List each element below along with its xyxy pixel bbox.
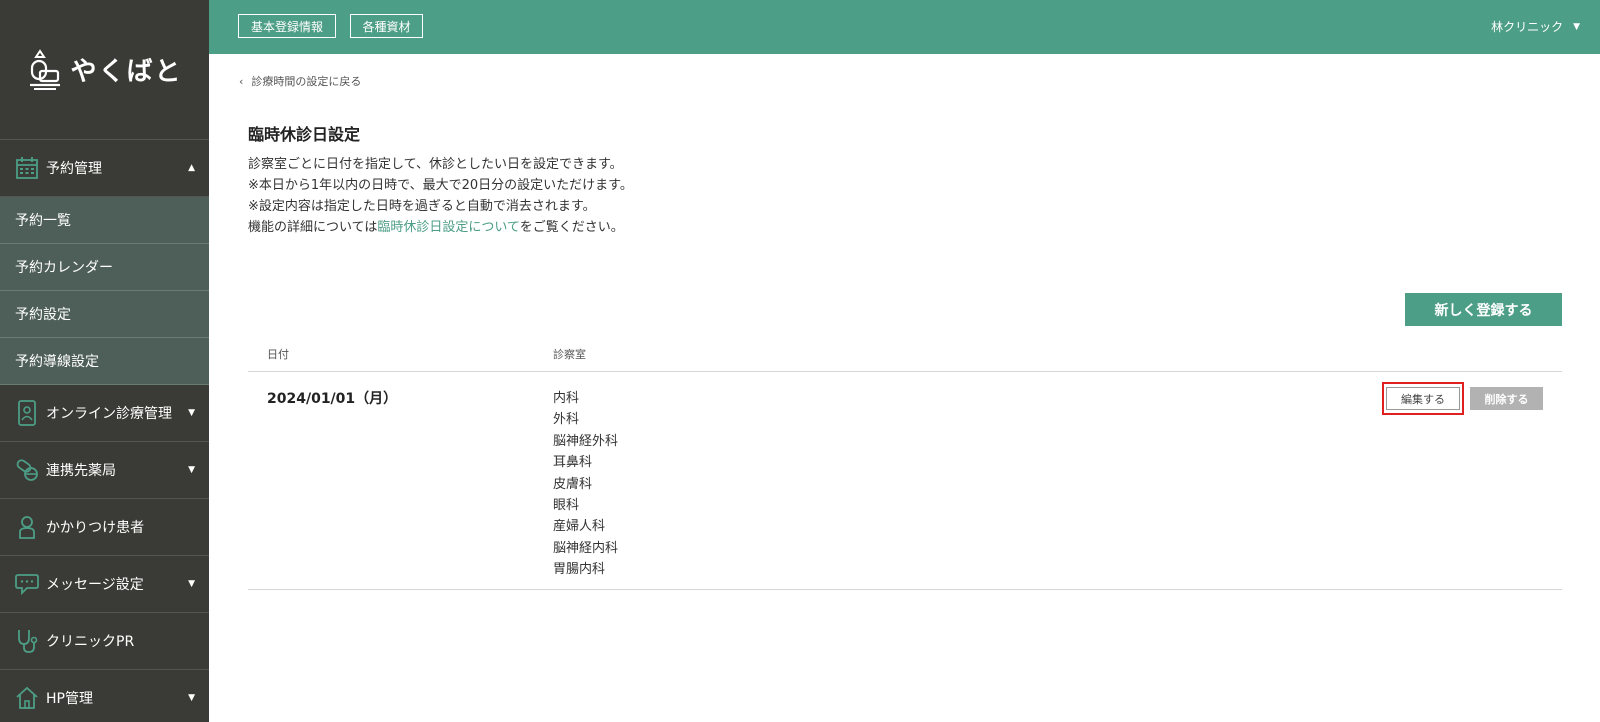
home-icon (14, 685, 40, 711)
description-line: 機能の詳細については臨時休診日設定についてをご覧ください。 (248, 217, 633, 238)
room-item: 眼科 (553, 498, 580, 514)
table-header: 日付 診察室 (248, 342, 1562, 372)
clinic-name: 林クリニック (1491, 20, 1564, 34)
sidebar-item-reservation-calendar[interactable]: 予約カレンダー (0, 244, 209, 291)
description-text: 機能の詳細については (248, 220, 378, 235)
description-text: をご覧ください。 (519, 220, 624, 235)
caret-up-icon: ▲ (188, 163, 195, 173)
nav-group-label: オンライン診療管理 (46, 406, 172, 422)
room-item: 脳神経内科 (553, 540, 619, 556)
sidebar-item-reservation-flow[interactable]: 予約導線設定 (0, 338, 209, 385)
person-icon (14, 514, 40, 540)
help-link[interactable]: 臨時休診日設定について (377, 220, 519, 235)
description-line: ※設定内容は指定した日時を過ぎると自動で消去されます。 (248, 199, 596, 214)
caret-down-icon: ▼ (188, 579, 195, 589)
room-item: 産婦人科 (553, 519, 606, 535)
room-item: 内科 (553, 391, 580, 406)
caret-down-icon: ▼ (188, 408, 195, 418)
chevron-down-icon: ▼ (1573, 21, 1580, 32)
chevron-left-icon: ‹ (239, 74, 244, 88)
row-date: 2024/01/01（月） (267, 391, 398, 407)
room-item: 胃腸内科 (553, 562, 606, 578)
nav-group-label: HP管理 (46, 691, 93, 707)
description-line: ※本日から1年以内の日時で、最大で20日分の設定いただけます。 (248, 178, 633, 193)
nav-group-hp[interactable]: HP管理 ▼ (0, 670, 209, 722)
nav-group-clinic-pr[interactable]: クリニックPR (0, 613, 209, 670)
page-title: 臨時休診日設定 (248, 125, 361, 144)
brand-logo[interactable]: やくばと (0, 0, 209, 140)
closure-table: 日付 診察室 2024/01/01（月） 内科 外科 脳神経外科 耳鼻科 皮膚科… (248, 342, 1562, 590)
caret-down-icon: ▼ (188, 693, 195, 703)
room-item: 外科 (553, 412, 580, 428)
basic-info-button[interactable]: 基本登録情報 (238, 14, 336, 38)
top-bar: 基本登録情報 各種資材 林クリニック ▼ (209, 0, 1600, 54)
table-row: 2024/01/01（月） 内科 外科 脳神経外科 耳鼻科 皮膚科 眼科 産婦人… (248, 372, 1562, 590)
room-list: 内科 外科 脳神経外科 耳鼻科 皮膚科 眼科 産婦人科 脳神経内科 胃腸内科 (553, 388, 618, 581)
back-link[interactable]: ‹ 診療時間の設定に戻る (239, 73, 361, 89)
nav-group-label: メッセージ設定 (46, 577, 144, 593)
delete-button[interactable]: 削除する (1470, 387, 1543, 410)
nav-group-label: かかりつけ患者 (46, 520, 145, 536)
logo-icon (30, 48, 61, 90)
nav-group-label: 連携先薬局 (46, 463, 116, 479)
app-root: やくばと 予約管理 ▲ 予約一覧 予約カレンダー 予約設定 予約導線設定 オンラ… (0, 0, 1600, 722)
nav-group-messages[interactable]: メッセージ設定 ▼ (0, 556, 209, 613)
sidebar-item-reservation-settings[interactable]: 予約設定 (0, 291, 209, 338)
nav-group-patients[interactable]: かかりつけ患者 (0, 499, 209, 556)
nav-group-label: クリニックPR (46, 634, 135, 650)
column-header-room: 診察室 (553, 348, 586, 361)
nav-group-pharmacy[interactable]: 連携先薬局 ▼ (0, 442, 209, 499)
reservation-submenu: 予約一覧 予約カレンダー 予約設定 予約導線設定 (0, 197, 209, 385)
pills-icon (14, 457, 40, 483)
back-link-label: 診療時間の設定に戻る (251, 75, 362, 88)
nav-group-label: 予約管理 (46, 161, 102, 177)
description: 診察室ごとに日付を指定して、休診としたい日を設定できます。 ※本日から1年以内の… (248, 154, 633, 238)
smartphone-doctor-icon (14, 400, 40, 426)
room-item: 皮膚科 (553, 476, 593, 492)
nav-group-reservation[interactable]: 予約管理 ▲ (0, 140, 209, 197)
brand-name: やくばと (70, 57, 183, 87)
clinic-menu[interactable]: 林クリニック ▼ (1491, 18, 1580, 35)
materials-button[interactable]: 各種資材 (350, 14, 423, 38)
calendar-icon (14, 155, 40, 181)
edit-highlight: 編集する (1382, 382, 1464, 415)
new-register-button[interactable]: 新しく登録する (1405, 293, 1562, 326)
column-header-date: 日付 (267, 348, 289, 361)
chat-bubble-icon (14, 571, 40, 597)
sidebar-item-reservation-list[interactable]: 予約一覧 (0, 197, 209, 244)
stethoscope-icon (14, 628, 40, 654)
room-item: 脳神経外科 (553, 433, 619, 449)
caret-down-icon: ▼ (188, 465, 195, 475)
description-line: 診察室ごとに日付を指定して、休診としたい日を設定できます。 (248, 157, 623, 172)
sidebar: やくばと 予約管理 ▲ 予約一覧 予約カレンダー 予約設定 予約導線設定 オンラ… (0, 0, 209, 722)
main-content: ‹ 診療時間の設定に戻る 臨時休診日設定 診察室ごとに日付を指定して、休診とした… (209, 54, 1600, 722)
room-item: 耳鼻科 (553, 455, 593, 471)
edit-button[interactable]: 編集する (1386, 387, 1460, 410)
nav-group-online-consultation[interactable]: オンライン診療管理 ▼ (0, 385, 209, 442)
